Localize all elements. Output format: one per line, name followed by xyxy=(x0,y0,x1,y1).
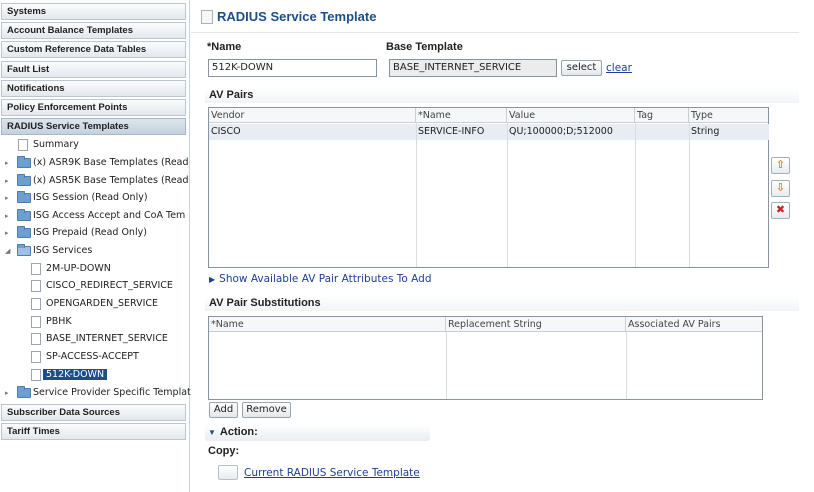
column-header-name[interactable]: *Name xyxy=(209,317,446,332)
nav-section-subscriber-data-sources[interactable]: Subscriber Data Sources xyxy=(1,404,186,421)
tree-leaf-pbhk[interactable]: PBHK xyxy=(30,314,72,330)
page-icon xyxy=(31,333,41,345)
select-button[interactable]: select xyxy=(561,60,602,76)
page-icon xyxy=(31,351,41,363)
column-header-tag[interactable]: Tag xyxy=(635,108,689,123)
nav-section-tariff-times[interactable]: Tariff Times xyxy=(1,423,186,440)
tree-item-service-provider-specific[interactable]: ▸ Service Provider Specific Templat xyxy=(5,385,191,401)
av-pairs-table: Vendor *Name Value Tag Type CISCO SERVIC… xyxy=(208,107,769,268)
nav-section-radius-service-templates[interactable]: RADIUS Service Templates xyxy=(1,118,186,135)
nav-section-systems[interactable]: Systems xyxy=(1,3,186,20)
column-header-replacement-string[interactable]: Replacement String xyxy=(446,317,626,332)
tree-leaf-opengarden-service[interactable]: OPENGARDEN_SERVICE xyxy=(30,296,158,312)
folder-icon xyxy=(17,174,31,186)
column-divider xyxy=(626,332,627,399)
open-folder-icon xyxy=(17,244,31,256)
column-divider xyxy=(507,123,508,267)
page-icon xyxy=(31,263,41,275)
page-icon xyxy=(18,139,28,151)
name-label: *Name xyxy=(207,41,242,53)
move-down-button[interactable]: ⇩ xyxy=(771,180,790,197)
tree-item-isg-session[interactable]: ▸ ISG Session (Read Only) xyxy=(5,190,148,206)
add-button[interactable]: Add xyxy=(209,402,238,418)
expand-arrow-icon[interactable]: ▸ xyxy=(5,155,13,171)
folder-icon xyxy=(17,209,31,221)
base-template-input[interactable]: BASE_INTERNET_SERVICE xyxy=(389,59,557,77)
nav-section-account-balance-templates[interactable]: Account Balance Templates xyxy=(1,22,186,39)
column-header-vendor[interactable]: Vendor xyxy=(209,108,416,123)
delete-icon: ✖ xyxy=(775,203,786,216)
tree-leaf-512k-down[interactable]: 512K-DOWN xyxy=(30,367,108,383)
column-divider xyxy=(446,332,447,399)
page-icon xyxy=(31,316,41,328)
action-section-header[interactable]: ▼ Action: xyxy=(205,424,430,441)
copy-label: Copy: xyxy=(208,445,240,457)
tree-item-summary[interactable]: Summary xyxy=(17,137,79,153)
expand-arrow-icon[interactable]: ▸ xyxy=(5,225,13,241)
av-pairs-section-header: AV Pairs xyxy=(205,87,799,103)
tree-leaf-2m-up-down[interactable]: 2M-UP-DOWN xyxy=(30,261,111,277)
nav-section-custom-reference-data-tables[interactable]: Custom Reference Data Tables xyxy=(1,41,186,58)
tree-item-isg-services[interactable]: ◢ ISG Services xyxy=(5,243,92,259)
base-template-label: Base Template xyxy=(386,41,463,53)
folder-icon xyxy=(17,386,31,398)
collapse-arrow-icon[interactable]: ◢ xyxy=(5,243,13,259)
column-header-associated-av-pairs[interactable]: Associated AV Pairs xyxy=(626,317,762,332)
delete-button[interactable]: ✖ xyxy=(771,202,790,219)
page-icon xyxy=(31,298,41,310)
expand-arrow-icon[interactable]: ▸ xyxy=(5,190,13,206)
table-header: *Name Replacement String Associated AV P… xyxy=(209,317,762,332)
arrow-up-icon: ⇧ xyxy=(775,158,786,171)
column-divider xyxy=(635,123,636,267)
navigation-panel: Systems Account Balance Templates Custom… xyxy=(0,0,191,492)
folder-icon xyxy=(17,226,31,238)
nav-section-fault-list[interactable]: Fault List xyxy=(1,61,186,78)
table-header: Vendor *Name Value Tag Type xyxy=(209,108,768,123)
folder-icon xyxy=(17,156,31,168)
column-divider xyxy=(416,123,417,267)
tree-leaf-sp-access-accept[interactable]: SP-ACCESS-ACCEPT xyxy=(30,349,139,365)
tree-item-isg-access-accept[interactable]: ▸ ISG Access Accept and CoA Tem xyxy=(5,208,185,224)
expand-arrow-icon[interactable]: ▸ xyxy=(5,385,13,401)
cell-type: String xyxy=(691,126,720,137)
tree-item-asr5k[interactable]: ▸ (x) ASR5K Base Templates (Read xyxy=(5,173,189,189)
name-input[interactable]: 512K-DOWN xyxy=(208,59,377,77)
cell-name: SERVICE-INFO xyxy=(418,126,485,137)
page-header: RADIUS Service Template xyxy=(191,0,799,33)
page-title: RADIUS Service Template xyxy=(217,9,377,24)
av-pair-substitutions-section-header: AV Pair Substitutions xyxy=(205,295,799,311)
copy-template-icon[interactable] xyxy=(218,465,238,480)
cell-value: QU;100000;D;512000 xyxy=(509,126,613,137)
remove-button[interactable]: Remove xyxy=(242,402,291,418)
page-icon xyxy=(31,280,41,292)
expand-arrow-icon[interactable]: ▸ xyxy=(5,173,13,189)
template-icon xyxy=(201,10,213,24)
column-divider xyxy=(689,123,690,267)
arrow-down-icon: ⇩ xyxy=(775,181,786,194)
tree-item-asr9k[interactable]: ▸ (x) ASR9K Base Templates (Read xyxy=(5,155,189,171)
nav-section-policy-enforcement-points[interactable]: Policy Enforcement Points xyxy=(1,99,186,116)
expand-arrow-icon: ▶ xyxy=(209,275,216,284)
tree-leaf-base-internet-service[interactable]: BASE_INTERNET_SERVICE xyxy=(30,331,168,347)
table-row[interactable] xyxy=(209,124,769,140)
clear-link[interactable]: clear xyxy=(606,62,632,74)
column-header-value[interactable]: Value xyxy=(507,108,635,123)
nav-section-notifications[interactable]: Notifications xyxy=(1,80,186,97)
cell-vendor: CISCO xyxy=(211,126,241,137)
substitutions-table: *Name Replacement String Associated AV P… xyxy=(208,316,763,400)
folder-icon xyxy=(17,191,31,203)
collapse-arrow-icon: ▼ xyxy=(208,428,216,437)
copy-current-template-link[interactable]: Current RADIUS Service Template xyxy=(244,467,420,479)
tree-leaf-cisco-redirect-service[interactable]: CISCO_REDIRECT_SERVICE xyxy=(30,278,173,294)
tree-item-isg-prepaid[interactable]: ▸ ISG Prepaid (Read Only) xyxy=(5,225,147,241)
column-header-type[interactable]: Type xyxy=(689,108,768,123)
expand-arrow-icon[interactable]: ▸ xyxy=(5,208,13,224)
page-icon xyxy=(31,369,41,381)
move-up-button[interactable]: ⇧ xyxy=(771,157,790,174)
column-header-name[interactable]: *Name xyxy=(416,108,507,123)
show-av-pair-attributes-toggle[interactable]: ▶ Show Available AV Pair Attributes To Ad… xyxy=(209,273,431,285)
main-content: RADIUS Service Template *Name 512K-DOWN … xyxy=(191,0,814,492)
